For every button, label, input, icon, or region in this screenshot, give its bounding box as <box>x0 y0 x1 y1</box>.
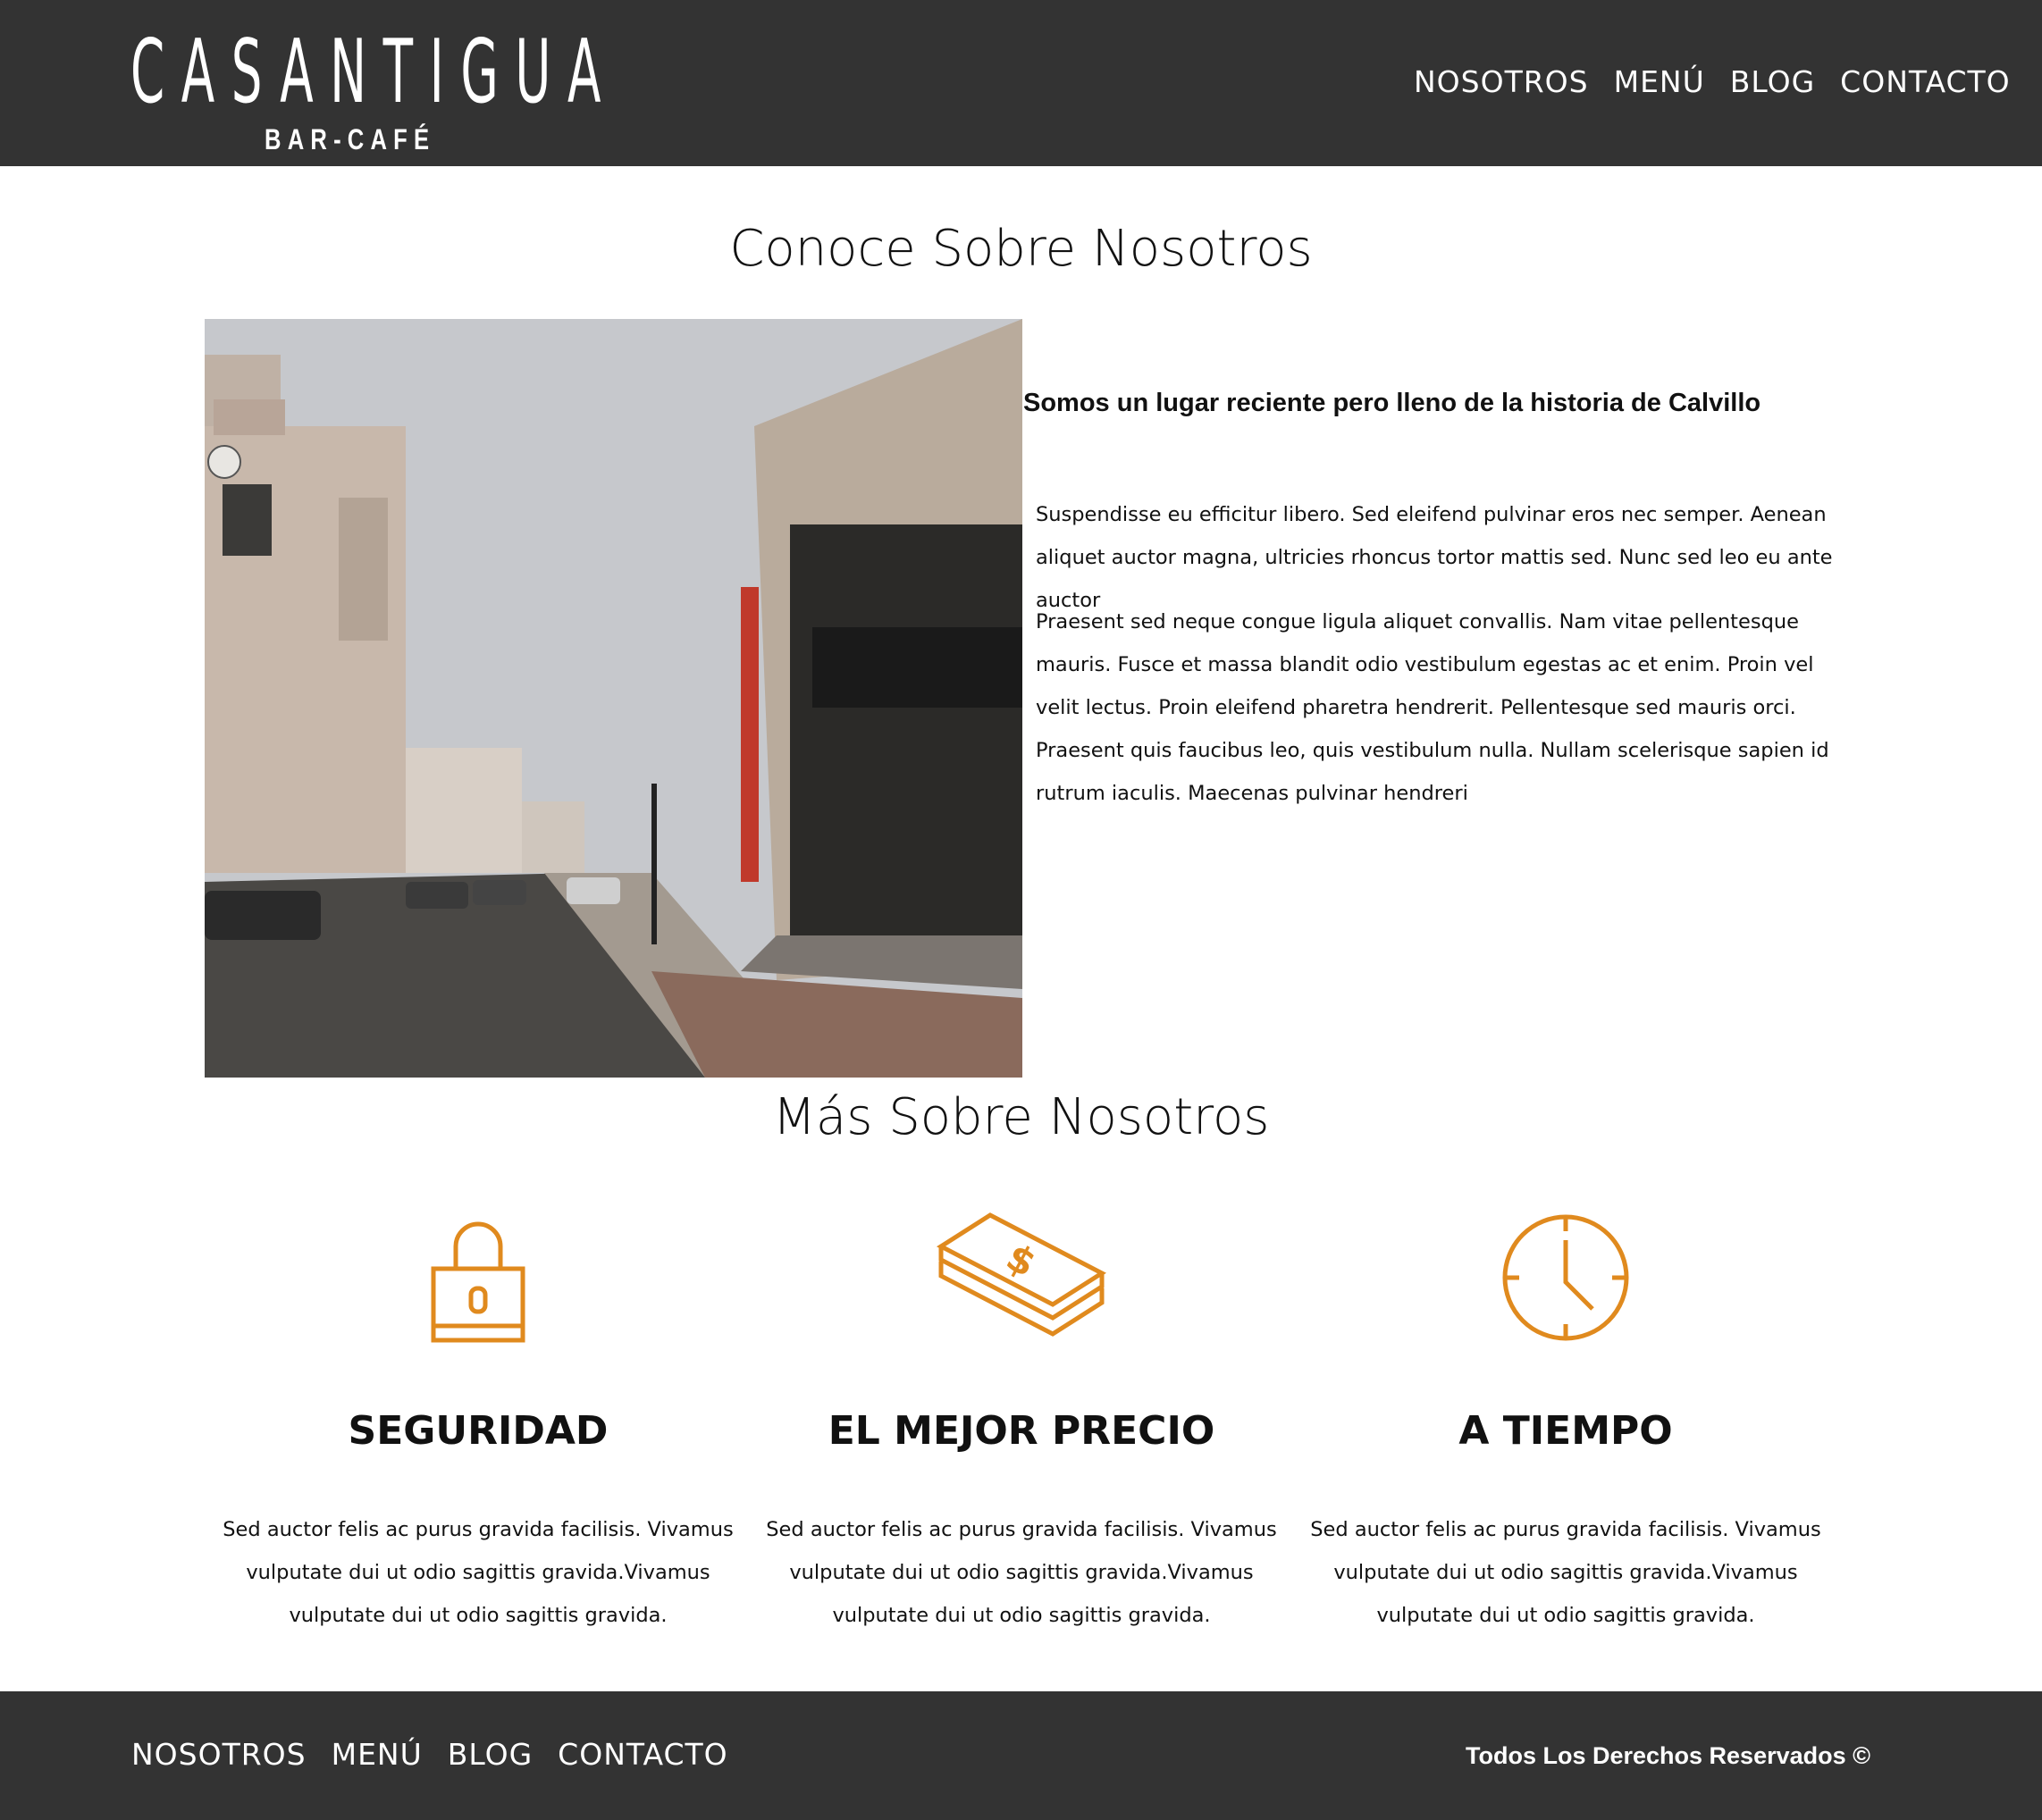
feature-seguridad: SEGURIDAD Sed auctor felis ac purus grav… <box>214 1206 742 1627</box>
lock-icon <box>431 1221 525 1343</box>
feature-text: Sed auctor felis ac purus gravida facili… <box>766 1518 1277 1627</box>
brand-logo[interactable]: CASANTIGUA BAR-CAFÉ <box>130 29 601 157</box>
feature-text: Sed auctor felis ac purus gravida facili… <box>223 1518 734 1627</box>
brand-subtitle: BAR-CAFÉ <box>265 123 436 155</box>
main-nav: NOSOTROS MENÚ BLOG CONTACTO <box>1414 64 2036 99</box>
footer-nav-blog[interactable]: BLOG <box>448 1737 533 1772</box>
footer-nav-menu[interactable]: MENÚ <box>332 1737 423 1772</box>
money-icon: $ <box>937 1212 1106 1337</box>
copyright-text: Todos Los Derechos Reservados © <box>1466 1742 1871 1769</box>
nav-contacto[interactable]: CONTACTO <box>1840 64 2010 99</box>
site-header: CASANTIGUA BAR-CAFÉ NOSOTROS MENÚ BLOG C… <box>0 0 2042 166</box>
brand-name: CASANTIGUA <box>130 21 618 123</box>
feature-title: A TIEMPO <box>1458 1408 1673 1454</box>
feature-mejor-precio: $ EL MEJOR PRECIO Sed auctor felis ac pu… <box>758 1206 1285 1627</box>
street-photo <box>205 319 1022 1078</box>
footer-nav: NOSOTROS MENÚ BLOG CONTACTO <box>131 1737 753 1772</box>
footer-nav-contacto[interactable]: CONTACTO <box>558 1737 727 1772</box>
about-title: Conoce Sobre Nosotros <box>729 220 1313 278</box>
feature-title: SEGURIDAD <box>348 1408 609 1454</box>
nav-nosotros[interactable]: NOSOTROS <box>1414 64 1589 99</box>
about-lead: Somos un lugar reciente pero lleno de la… <box>1023 389 1761 417</box>
clock-icon <box>1502 1214 1629 1341</box>
nav-blog[interactable]: BLOG <box>1730 64 1815 99</box>
about-paragraph-2: Praesent sed neque congue ligula aliquet… <box>1036 610 1829 805</box>
feature-title: EL MEJOR PRECIO <box>828 1408 1215 1454</box>
footer-nav-nosotros[interactable]: NOSOTROS <box>131 1737 307 1772</box>
feature-a-tiempo: A TIEMPO Sed auctor felis ac purus gravi… <box>1302 1206 1829 1627</box>
more-title: Más Sobre Nosotros <box>772 1088 1270 1146</box>
nav-menu[interactable]: MENÚ <box>1614 64 1705 99</box>
feature-text: Sed auctor felis ac purus gravida facili… <box>1310 1518 1821 1627</box>
